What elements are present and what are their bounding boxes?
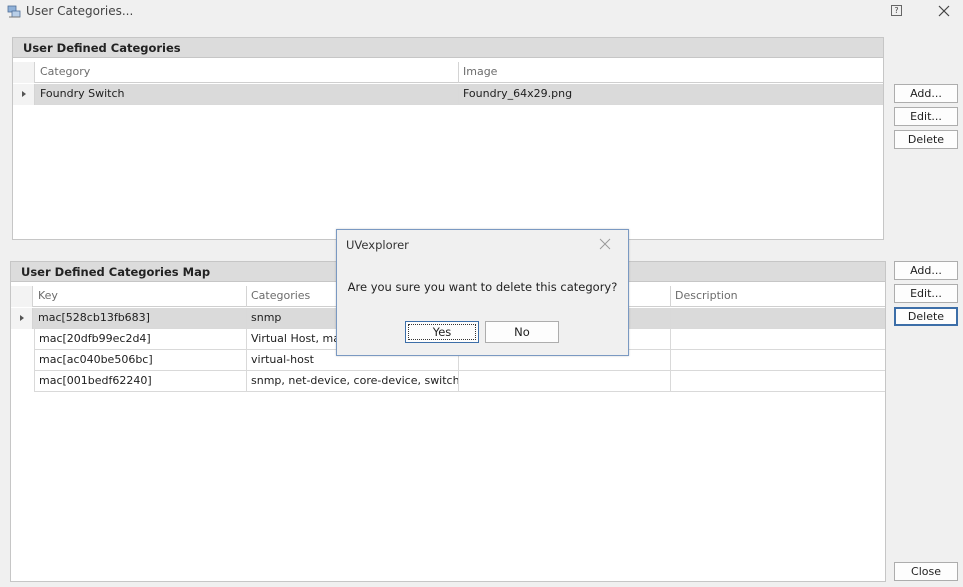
row-indicator[interactable] bbox=[11, 371, 33, 392]
categories-panel-header: User Defined Categories bbox=[13, 38, 883, 58]
cell-col3[interactable] bbox=[459, 371, 671, 392]
close-button[interactable]: Close bbox=[894, 562, 958, 581]
column-header-category[interactable]: Category bbox=[36, 62, 459, 83]
row-indicator[interactable] bbox=[11, 308, 33, 329]
cell-key[interactable]: mac[001bedf62240] bbox=[34, 371, 247, 392]
cell-key[interactable]: mac[ac040be506bc] bbox=[34, 350, 247, 371]
close-icon[interactable] bbox=[937, 4, 951, 18]
table-row[interactable]: Foundry Switch Foundry_64x29.png bbox=[13, 84, 883, 105]
cell-description[interactable] bbox=[671, 350, 885, 371]
cell-key[interactable]: mac[20dfb99ec2d4] bbox=[34, 329, 247, 350]
cell-description[interactable] bbox=[671, 329, 885, 350]
row-indicator-header bbox=[13, 62, 35, 83]
row-indicator[interactable] bbox=[11, 350, 33, 371]
column-header-description[interactable]: Description bbox=[671, 286, 885, 307]
row-pointer-icon bbox=[20, 315, 24, 321]
cell-category[interactable]: Foundry Switch bbox=[36, 84, 459, 105]
table-row[interactable]: mac[001bedf62240] snmp, net-device, core… bbox=[11, 371, 885, 392]
cell-categories[interactable]: snmp, net-device, core-device, switch, .… bbox=[247, 371, 459, 392]
column-header-key[interactable]: Key bbox=[34, 286, 247, 307]
cell-description[interactable] bbox=[671, 308, 885, 329]
no-button[interactable]: No bbox=[485, 321, 559, 343]
dialog-message: Are you sure you want to delete this cat… bbox=[347, 280, 618, 294]
row-indicator[interactable] bbox=[13, 84, 35, 105]
window-title: User Categories... bbox=[26, 4, 134, 18]
column-header-image[interactable]: Image bbox=[459, 62, 883, 83]
cell-description[interactable] bbox=[671, 371, 885, 392]
user-categories-window: User Categories... ? User Defined Catego… bbox=[0, 0, 963, 587]
categories-panel: User Defined Categories Category Image F… bbox=[12, 37, 884, 240]
dialog-title: UVexplorer bbox=[346, 238, 409, 252]
map-add-button[interactable]: Add... bbox=[894, 261, 958, 280]
categories-grid-header: Category Image bbox=[13, 62, 883, 83]
confirm-delete-dialog: UVexplorer Are you sure you want to dele… bbox=[336, 229, 629, 356]
row-pointer-icon bbox=[22, 91, 26, 97]
categories-app-icon bbox=[7, 5, 21, 18]
cell-key[interactable]: mac[528cb13fb683] bbox=[34, 308, 247, 329]
row-indicator-header bbox=[11, 286, 33, 307]
categories-add-button[interactable]: Add... bbox=[894, 84, 958, 103]
cell-image[interactable]: Foundry_64x29.png bbox=[459, 84, 883, 105]
categories-edit-button[interactable]: Edit... bbox=[894, 107, 958, 126]
map-delete-button[interactable]: Delete bbox=[894, 307, 958, 326]
categories-delete-button[interactable]: Delete bbox=[894, 130, 958, 149]
close-icon[interactable] bbox=[599, 238, 611, 250]
map-edit-button[interactable]: Edit... bbox=[894, 284, 958, 303]
help-button[interactable]: ? bbox=[891, 5, 902, 16]
yes-button[interactable]: Yes bbox=[405, 321, 479, 343]
row-indicator[interactable] bbox=[11, 329, 33, 350]
title-bar: User Categories... ? bbox=[0, 0, 963, 24]
